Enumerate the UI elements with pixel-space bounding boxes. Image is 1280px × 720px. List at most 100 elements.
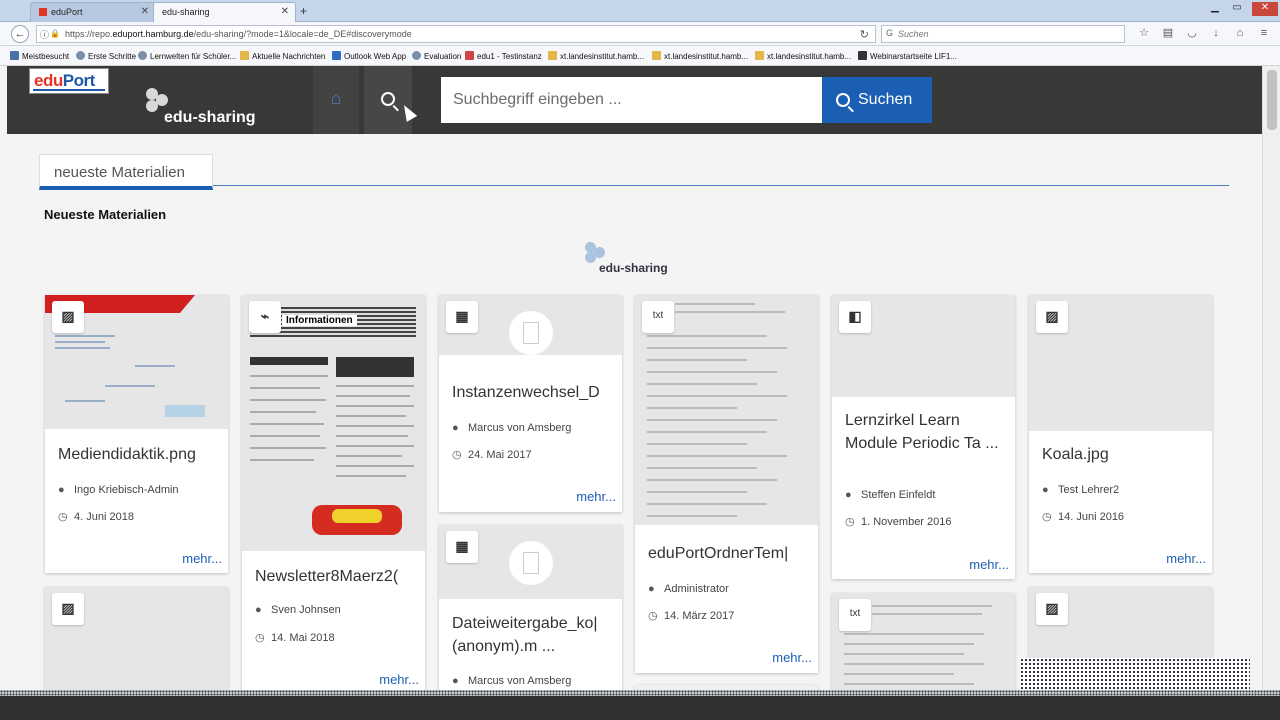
thumb-line	[647, 395, 787, 397]
thumb-line	[647, 467, 757, 469]
material-card[interactable]: ▨	[45, 587, 228, 696]
tab-label: edu-sharing	[162, 7, 210, 17]
bookmark-item[interactable]: Lernwelten für Schüler...	[138, 51, 236, 61]
bookmark-item[interactable]: xt.landesinstitut.hamb...	[548, 51, 644, 61]
reading-list-icon[interactable]: ▤	[1156, 26, 1180, 39]
search-input[interactable]	[441, 77, 823, 123]
bookmark-item[interactable]: Aktuelle Nachrichten	[240, 51, 325, 61]
search-icon	[381, 92, 395, 107]
bookmark-item[interactable]: Outlook Web App	[332, 51, 406, 61]
menu-icon[interactable]: ≡	[1252, 27, 1276, 39]
globe-icon	[76, 51, 85, 60]
close-tab-icon[interactable]: ✕	[281, 6, 289, 17]
user-icon: ●	[648, 583, 655, 595]
tab-label: eduPort	[51, 7, 83, 17]
material-card[interactable]: txt eduPortOrdnerTem| ● Administrator ◷ 14…	[635, 295, 818, 673]
browser-search-placeholder: Suchen	[898, 29, 929, 39]
url-bar[interactable]: ⓘ 🔒 https://repo.eduport.hamburg.de/edu-…	[36, 25, 876, 43]
clock-icon: ◷	[1042, 511, 1052, 523]
thumb-line	[250, 411, 316, 413]
outlook-icon	[332, 51, 341, 60]
more-link[interactable]: mehr...	[969, 557, 1009, 572]
more-link[interactable]: mehr...	[182, 551, 222, 566]
more-link[interactable]: mehr...	[576, 489, 616, 504]
material-card[interactable]: ▨ Mediendidaktik.png ● Ingo Kriebisch-Adm…	[45, 295, 228, 573]
scrollbar-thumb[interactable]	[1267, 70, 1277, 130]
thumb-line	[647, 335, 767, 337]
more-link[interactable]: mehr...	[1166, 551, 1206, 566]
folder-icon	[240, 51, 249, 60]
thumb-line	[250, 399, 326, 401]
search-engine-icon: G	[886, 28, 894, 38]
material-card[interactable]: ◧ Lernzirkel Learn Module Periodic Ta ..…	[832, 295, 1015, 579]
bookmark-item[interactable]: Webinarstartseite LIF1...	[858, 51, 957, 61]
card-date: ◷ 1. November 2016	[845, 516, 952, 528]
user-icon: ●	[452, 422, 459, 434]
browser-window: eduPort ✕ edu-sharing ✕ + ▁ ▭ ✕ ← ⓘ 🔒 ht…	[0, 0, 1280, 720]
thumb-line	[250, 447, 326, 449]
maximize-icon[interactable]: ▭	[1228, 2, 1246, 16]
thumb-line	[336, 405, 414, 407]
close-window-icon[interactable]: ✕	[1252, 2, 1278, 16]
thumb-line	[250, 387, 320, 389]
thumb-header-text: Informationen	[282, 315, 357, 326]
bookmark-item[interactable]: Erste Schritte	[76, 51, 136, 61]
browser-tab-eduport[interactable]: eduPort ✕	[30, 2, 156, 22]
thumb-line	[336, 395, 410, 397]
home-icon[interactable]: ⌂	[1228, 27, 1252, 39]
search-button[interactable]: Suchen	[822, 77, 932, 123]
home-button[interactable]: ⌂	[313, 66, 359, 134]
bookmark-item[interactable]: edu1 - Testinstanz	[465, 51, 542, 61]
view-tabs: neueste Materialien	[39, 154, 1229, 190]
more-link[interactable]: mehr...	[772, 650, 812, 665]
card-title: Koala.jpg	[1042, 446, 1109, 463]
back-arrow-icon[interactable]: ←	[11, 25, 29, 43]
browser-search-field[interactable]: G Suchen	[881, 25, 1125, 43]
bookmark-item[interactable]: xt.landesinstitut.hamb...	[755, 51, 851, 61]
minimize-icon[interactable]: ▁	[1206, 2, 1224, 16]
thumb-box	[165, 405, 205, 417]
clock-icon: ◷	[648, 610, 658, 622]
reload-icon[interactable]: ↻	[860, 28, 869, 41]
thumb-line	[844, 653, 964, 655]
thumb-column-head	[336, 357, 414, 377]
pocket-icon[interactable]: ◡	[1180, 26, 1204, 39]
brand-name: edu-sharing	[164, 109, 256, 126]
new-tab-icon[interactable]: +	[300, 4, 307, 18]
eduport-logo[interactable]: eduPort	[29, 68, 109, 94]
edu-sharing-logo[interactable]: edu-sharing	[144, 86, 284, 130]
logo-dot	[146, 100, 158, 112]
globe-icon	[138, 51, 147, 60]
page-favicon-icon	[39, 8, 47, 16]
more-link[interactable]: mehr...	[379, 672, 419, 687]
folder-icon	[755, 51, 764, 60]
bookmark-item[interactable]: Evaluation	[412, 51, 461, 61]
material-card[interactable]: txt	[832, 593, 1015, 696]
image-type-icon: ▨	[52, 593, 84, 625]
material-card[interactable]: ▦ Dateiweitergabe_ko| (anonym).m ... ● Ma…	[439, 525, 622, 696]
page-scrollbar[interactable]	[1262, 66, 1280, 696]
thumb-figures	[332, 509, 382, 523]
thumb-line	[336, 445, 414, 447]
material-card[interactable]: ▨ Koala.jpg ● Test Lehrer2 ◷ 14. Juni 2016…	[1029, 295, 1212, 573]
card-date: ◷ 4. Juni 2018	[58, 511, 134, 523]
logo-underline	[33, 89, 105, 91]
bookmark-star-icon[interactable]: ☆	[1132, 26, 1156, 39]
logo-dot	[585, 252, 596, 263]
search-nav-button[interactable]	[364, 66, 412, 134]
browser-tab-edu-sharing[interactable]: edu-sharing ✕	[153, 2, 296, 22]
thumb-line	[647, 431, 767, 433]
close-tab-icon[interactable]: ✕	[141, 6, 149, 17]
material-card[interactable]: Informationen ⌁ Newsletter8Maerz2(● Sve…	[242, 295, 425, 695]
thumb-line	[336, 465, 414, 467]
thumb-line	[336, 425, 414, 427]
material-card[interactable]: ▦ Instanzenwechsel_D ● Marcus von Amsberg…	[439, 295, 622, 512]
bookmark-item[interactable]: xt.landesinstitut.hamb...	[652, 51, 748, 61]
info-icon[interactable]: ⓘ	[40, 28, 49, 41]
edu-sharing-center-logo: edu-sharing	[583, 240, 683, 280]
screen-noise-overlay	[1020, 658, 1250, 694]
download-icon[interactable]: ↓	[1204, 27, 1228, 39]
bookmark-item[interactable]: Meistbesucht	[10, 51, 69, 61]
presentation-type-icon: ◧	[839, 301, 871, 333]
tab-newest-materials[interactable]: neueste Materialien	[39, 154, 213, 190]
